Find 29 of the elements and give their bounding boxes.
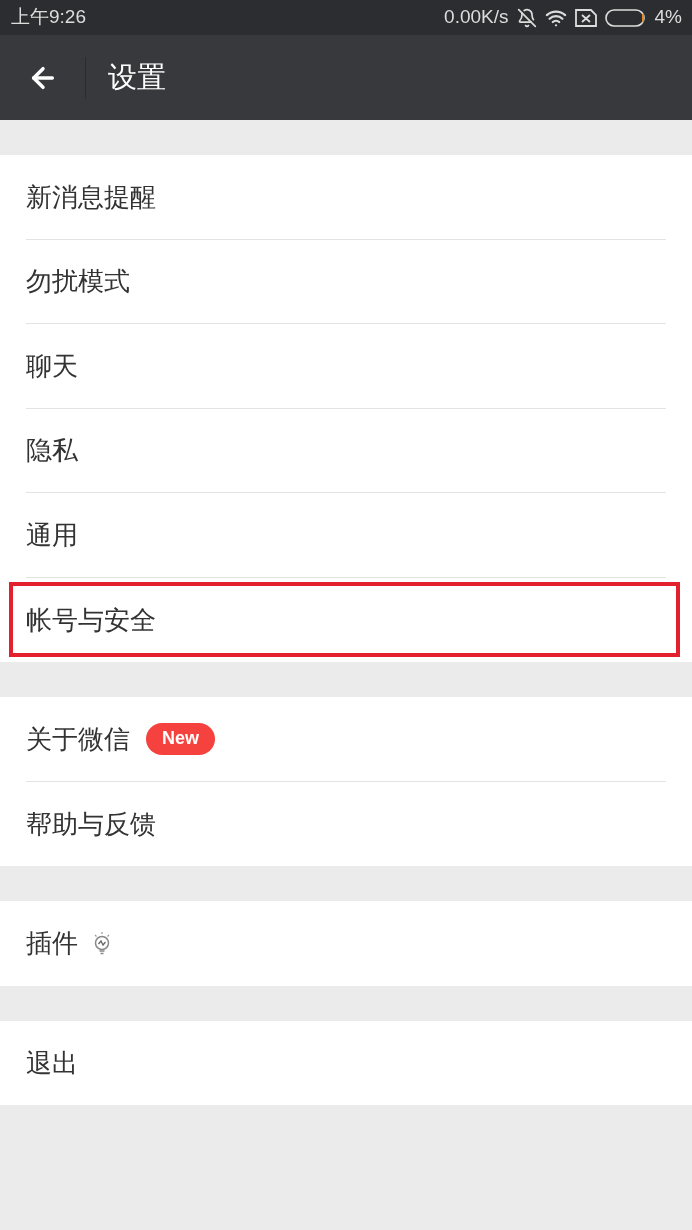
sim-card-x-icon	[574, 8, 597, 27]
battery-percent: 4%	[654, 5, 682, 30]
item-label: 新消息提醒	[26, 183, 156, 210]
page-title: 设置	[108, 59, 166, 95]
item-label: 帐号与安全	[26, 606, 156, 633]
settings-item[interactable]: 帮助与反馈	[0, 781, 692, 866]
settings-item[interactable]: 新消息提醒	[0, 155, 692, 240]
bell-off-icon	[516, 7, 537, 28]
item-label: 隐私	[26, 437, 78, 464]
item-label: 关于微信	[26, 725, 130, 752]
battery-icon	[604, 8, 647, 27]
network-speed: 0.00K/s	[444, 5, 509, 30]
status-time: 上午9:26	[11, 5, 86, 30]
item-label: 通用	[26, 521, 78, 548]
item-label: 勿扰模式	[26, 268, 130, 295]
settings-item[interactable]: 关于微信 New	[0, 697, 692, 782]
item-label: 插件	[26, 930, 78, 957]
settings-item[interactable]: 聊天	[0, 324, 692, 409]
settings-item[interactable]: 勿扰模式	[0, 239, 692, 324]
settings-item[interactable]: 退出	[0, 1020, 692, 1105]
item-label: 退出	[26, 1049, 78, 1076]
item-label: 聊天	[26, 352, 78, 379]
item-label: 帮助与反馈	[26, 810, 156, 837]
settings-item[interactable]: 插件	[0, 901, 692, 986]
settings-item[interactable]: 隐私	[0, 408, 692, 493]
lightbulb-icon	[92, 931, 112, 956]
settings-item[interactable]: 通用	[0, 493, 692, 578]
settings-item[interactable]: 帐号与安全	[0, 577, 692, 662]
new-badge: New	[146, 722, 215, 755]
